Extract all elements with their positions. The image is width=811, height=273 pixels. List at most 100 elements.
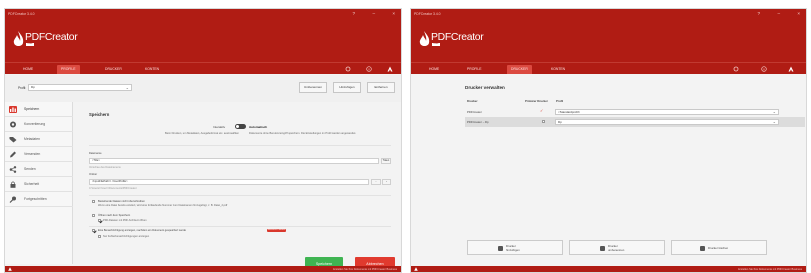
profile-toolbar: Profil: Dp ⌄ Umbenennen Hinzufügen Entfe… <box>5 75 401 102</box>
title-bar: PDFCreator 3.4.0 ? – × <box>5 9 401 19</box>
directory-field[interactable]: <InputFilePath>\ <UserProfile> <box>89 179 369 185</box>
profile-select[interactable]: Dp ⌄ <box>28 84 132 91</box>
profiles-window: PDFCreator 3.4.0 ? – × PDFCreator FREE H… <box>4 8 402 273</box>
title-bar: PDFCreator 3.4.0 ? – × <box>411 9 806 19</box>
table-row[interactable]: PDFCreator ✓ <Standardprofil> ⌄ <box>465 107 805 117</box>
printers-panel: Drucker verwalten Drucker Primärer Druck… <box>449 77 805 262</box>
show-notification-title: Eine Benachrichtigung anzeigen, nachdem … <box>98 229 186 232</box>
chevron-down-icon: ⌄ <box>385 180 388 183</box>
minimize-icon[interactable]: – <box>372 11 375 16</box>
no-overwrite-title: Bestehende Dateien nicht überschreiben <box>98 200 145 203</box>
open-after-save-checkbox[interactable] <box>92 214 96 218</box>
open-with-architect-checkbox[interactable] <box>98 219 101 222</box>
toggle-knob <box>236 125 239 128</box>
column-profile: Profil <box>556 99 564 103</box>
flame-logo-icon <box>414 267 418 271</box>
sidebar-item-label: Speichern <box>24 107 40 111</box>
sidebar-item-sign[interactable]: Versenden <box>5 147 73 162</box>
directory-browse-button[interactable]: ... <box>371 179 381 185</box>
printer-profile-select[interactable]: Dp ⌄ <box>555 119 779 125</box>
sidebar-item-convert[interactable]: Konvertierung <box>5 117 73 132</box>
filename-preview: Vorschau des Dateinamens <box>89 166 121 169</box>
printer-name: PDFCreator <box>467 110 482 114</box>
add-printer-button[interactable]: Drucker hinzufügen <box>467 240 563 255</box>
settings-icon[interactable] <box>345 66 351 72</box>
profile-label: Profil: <box>18 86 27 90</box>
settings-sidebar: Speichern Konvertierung Metadaten Versen… <box>5 102 73 264</box>
flame-logo-icon <box>8 267 12 271</box>
settings-icon[interactable] <box>733 66 739 72</box>
minimize-icon[interactable]: – <box>777 11 780 16</box>
status-text[interactable]: Erstellen Sie Ihre Dokumente mit PDFCrea… <box>738 268 802 271</box>
sidebar-item-save[interactable]: Speichern <box>5 102 73 117</box>
primary-checkbox[interactable] <box>542 120 545 123</box>
mode-interactive-label: Interaktiv <box>213 125 226 129</box>
help-icon[interactable]: ? <box>757 11 760 16</box>
rename-printer-label: Drucker umbenennen <box>608 244 625 252</box>
filename-field[interactable]: <Title> <box>89 158 379 164</box>
sidebar-item-advanced[interactable]: Fortgeschritten <box>5 192 73 207</box>
close-icon[interactable]: × <box>392 11 395 16</box>
printer-delete-icon <box>700 246 705 251</box>
status-text[interactable]: Erstellen Sie Ihre Dokumente mit PDFCrea… <box>333 268 397 271</box>
rename-profile-button[interactable]: Umbenennen <box>299 82 327 93</box>
page-title: Speichern <box>89 112 110 117</box>
flame-logo-icon <box>419 31 430 46</box>
tab-printer[interactable]: DRUCKER <box>507 65 532 74</box>
filename-token-button[interactable]: Token <box>381 158 391 164</box>
primary-check-icon[interactable]: ✓ <box>540 108 543 113</box>
chevron-down-icon: ⌄ <box>772 119 776 124</box>
delete-printer-label: Drucker löschen <box>708 246 729 250</box>
flame-logo-icon <box>13 31 24 46</box>
column-primary: Primärer Drucker <box>525 99 548 103</box>
printers-window: PDFCreator 3.4.0 ? – × PDFCreator FREE H… <box>410 8 807 273</box>
table-row[interactable]: PDFCreator – Dp Dp ⌄ <box>465 117 805 127</box>
tab-home[interactable]: HOME <box>425 65 443 74</box>
directory-preview: C:\Users\<User>\Documents\PDFCreator <box>89 187 137 190</box>
info-icon[interactable] <box>761 66 767 72</box>
sidebar-item-security[interactable]: Sicherheit <box>5 177 73 192</box>
mode-interactive-desc: Beim Drucken, um Metadaten, Ausgabeforma… <box>165 132 239 135</box>
tab-accounts[interactable]: KONTEN <box>547 65 569 74</box>
directory-label: Ordner <box>89 173 98 176</box>
status-bar: Erstellen Sie Ihre Dokumente mit PDFCrea… <box>411 266 806 272</box>
mode-automatic-label: Automatisch <box>249 125 268 129</box>
errors-only-checkbox[interactable] <box>98 235 101 238</box>
printer-rename-icon <box>600 246 605 251</box>
tab-profiles[interactable]: PROFILE <box>57 65 80 74</box>
tab-home[interactable]: HOME <box>19 65 37 74</box>
tab-accounts[interactable]: KONTEN <box>141 65 163 74</box>
add-printer-label: Drucker hinzufügen <box>506 244 520 252</box>
edition-badge: FREE <box>26 43 34 46</box>
tab-profiles[interactable]: PROFILE <box>463 65 486 74</box>
sidebar-item-metadata[interactable]: Metadaten <box>5 132 73 147</box>
info-icon[interactable] <box>366 66 372 72</box>
rename-printer-button[interactable]: Drucker umbenennen <box>569 240 665 255</box>
sidebar-item-send[interactable]: Senden <box>5 162 73 177</box>
save-icon <box>9 106 17 113</box>
sidebar-item-label: Sicherheit <box>24 182 40 186</box>
show-notification-checkbox[interactable] <box>92 229 96 233</box>
printer-profile-select[interactable]: <Standardprofil> ⌄ <box>555 109 779 115</box>
no-overwrite-checkbox[interactable] <box>92 200 96 204</box>
add-profile-button[interactable]: Hinzufügen <box>333 82 361 93</box>
delete-printer-button[interactable]: Drucker löschen <box>671 240 767 255</box>
printer-profile-value: <Standardprofil> <box>558 110 581 114</box>
sidebar-item-label: Versenden <box>24 152 41 156</box>
mode-toggle[interactable] <box>235 124 246 129</box>
share-icon <box>9 166 17 173</box>
wrench-icon <box>9 196 16 203</box>
architect-icon[interactable] <box>788 66 794 72</box>
pen-icon <box>10 151 16 158</box>
header-banner: PDFCreator FREE <box>5 19 401 62</box>
chevron-down-icon: ⌄ <box>125 85 129 90</box>
printer-profile-value: Dp <box>558 120 562 124</box>
architect-icon[interactable] <box>387 66 393 72</box>
tab-printer[interactable]: DRUCKER <box>101 65 126 74</box>
sidebar-item-label: Fortgeschritten <box>24 197 47 201</box>
open-with-architect-label: PDF-Dateien mit PDF Architect öffnen <box>103 219 147 222</box>
delete-profile-button[interactable]: Entfernen <box>367 82 395 93</box>
close-icon[interactable]: × <box>797 11 800 16</box>
directory-token-button[interactable]: ⌄ <box>382 179 391 185</box>
help-icon[interactable]: ? <box>352 11 355 16</box>
